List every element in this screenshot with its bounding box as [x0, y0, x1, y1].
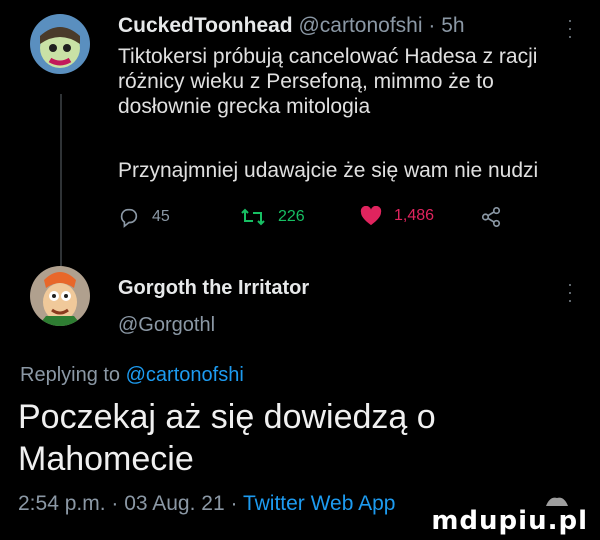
reply-text-line: Mahomecie [18, 440, 194, 478]
reply-count: 45 [152, 208, 170, 225]
share-button[interactable] [480, 206, 502, 228]
retweet-count: 226 [278, 208, 305, 225]
avatar[interactable] [30, 266, 90, 326]
tweet-header: CuckedToonhead @cartonofshi · 5h [118, 14, 465, 38]
avatar[interactable] [30, 14, 90, 74]
reply-meta: 2:54 p.m. · 03 Aug. 21 · Twitter Web App [18, 492, 395, 516]
share-icon [480, 206, 502, 228]
like-count: 1,486 [394, 207, 435, 224]
replying-prefix: Replying to [20, 364, 121, 386]
tweet-text-line: Tiktokersi próbują cancelować Hadesa z r… [118, 45, 538, 68]
reply-button[interactable]: 45 [118, 206, 170, 228]
heart-icon [360, 206, 382, 226]
reply-user-handle[interactable]: @Gorgothl [118, 314, 215, 337]
reply-display-name[interactable]: Gorgoth the Irritator [118, 277, 309, 300]
tweet-text: Tiktokersi próbują cancelować Hadesa z r… [118, 44, 578, 119]
tweet-text-line: Przynajmniej udawajcie że się wam nie nu… [118, 159, 539, 182]
like-button[interactable]: 1,486 [360, 206, 434, 226]
separator: · [428, 14, 436, 37]
retweet-button[interactable]: 226 [240, 206, 305, 228]
reply-source[interactable]: Twitter Web App [243, 492, 396, 515]
reply-text: Poczekaj aż się dowiedzą o Mahomecie [18, 396, 538, 480]
more-icon[interactable]: · · · [565, 11, 575, 45]
watermark: mdupiu.pl [431, 506, 588, 536]
reply-text-line: Poczekaj aż się dowiedzą o [18, 398, 436, 436]
reply-timestamp[interactable]: 2:54 p.m. · 03 Aug. 21 · [18, 492, 237, 515]
replying-to: Replying to @cartonofshi [20, 364, 244, 387]
tweet-text-line: dosłownie grecka mitologia [118, 95, 371, 118]
more-icon[interactable]: · · · [565, 275, 575, 309]
user-handle[interactable]: @cartonofshi [298, 14, 422, 37]
thread-line [60, 94, 62, 266]
replying-to-link[interactable]: @cartonofshi [126, 364, 244, 386]
retweet-icon [240, 206, 266, 228]
reply-icon [118, 206, 140, 228]
tweet-time[interactable]: 5h [441, 14, 464, 37]
display-name[interactable]: CuckedToonhead [118, 14, 293, 37]
tweet-text-line: różnicy wieku z Persefoną, mimmo że to [118, 70, 494, 93]
